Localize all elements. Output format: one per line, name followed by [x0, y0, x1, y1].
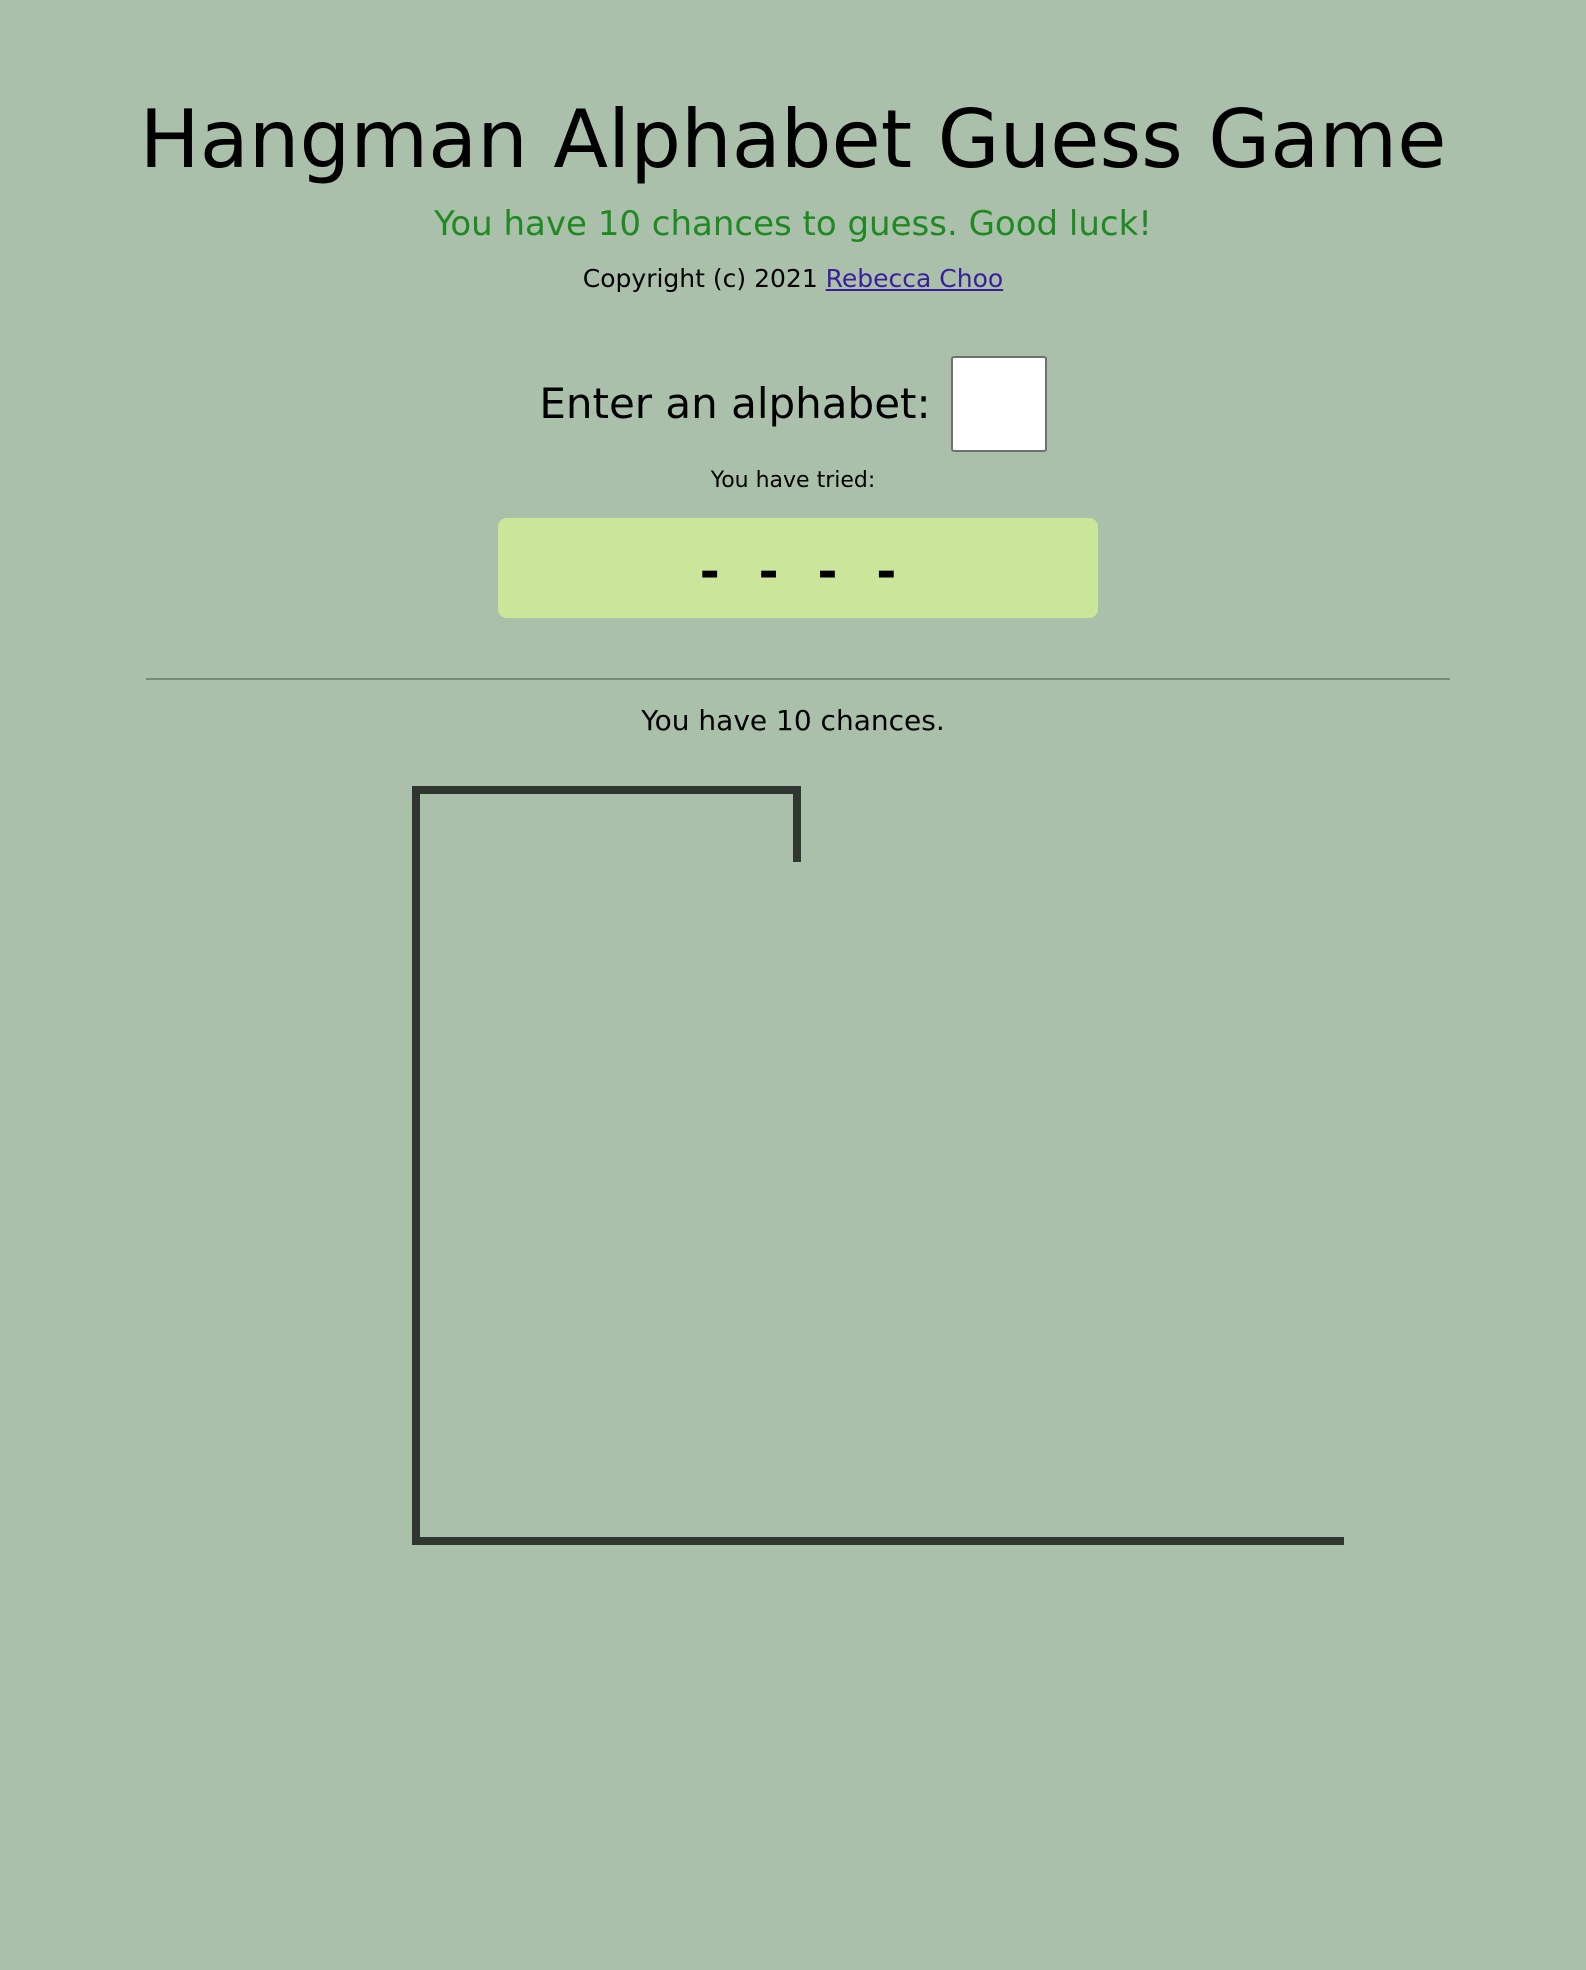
gallows-drawing [412, 786, 1344, 1545]
